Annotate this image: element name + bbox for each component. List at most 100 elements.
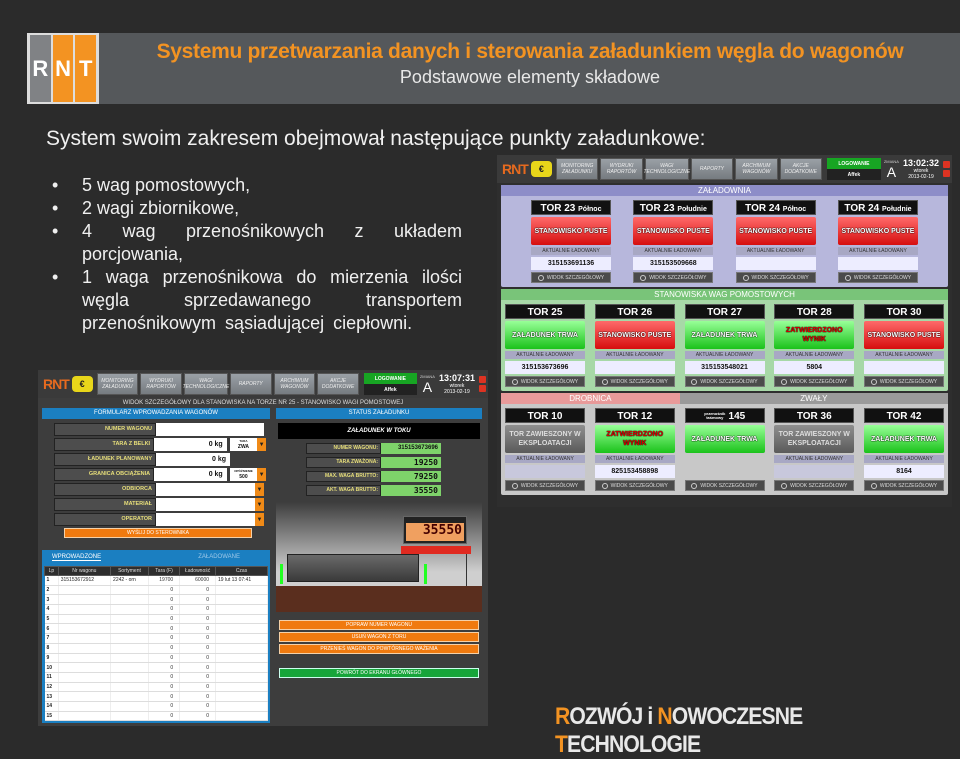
nav-button[interactable]: RAPORTY xyxy=(690,158,734,180)
field-input-material[interactable] xyxy=(156,498,255,511)
nav-button[interactable]: ARCHIWUM WAGONÓW xyxy=(735,158,778,180)
station-card: TOR 23 Południe STANOWISKO PUSTE AKTUALNIE… xyxy=(631,198,715,285)
tab-wprowadzone[interactable]: WPROWADZONE xyxy=(52,554,102,561)
table-row[interactable]: 7 00 xyxy=(44,633,268,644)
column-header[interactable]: Nr wagonu xyxy=(57,566,112,576)
status-title: STATUS ZAŁADUNKU xyxy=(276,408,482,419)
nav-button[interactable]: WYDRUKI RAPORTÓW xyxy=(600,158,643,180)
footer-slogan: ROZWÓJ i NOWOCZESNE TECHNOLOGIE xyxy=(555,703,911,759)
table-cell: 19700 xyxy=(148,575,181,586)
table-row[interactable]: 4 00 xyxy=(44,604,268,615)
nav-button[interactable]: WYDRUKI RAPORTÓW xyxy=(140,373,182,395)
detail-view-button[interactable]: WIDOK SZCZEGÓŁOWY xyxy=(505,376,585,387)
chevron-down-icon[interactable]: ▼ xyxy=(255,513,264,526)
table-cell: 315153672912 xyxy=(58,575,112,586)
nav-button[interactable]: WAGI TECHNOLOGICZNE xyxy=(183,373,229,395)
table-row[interactable]: 3 00 xyxy=(44,594,268,606)
select-tara[interactable]: TARA ZWA xyxy=(229,438,258,451)
station-status: TOR ZAWIESZONY W EKSPLOATACJI xyxy=(505,425,585,453)
detail-view-button[interactable]: WIDOK SZCZEGÓŁOWY xyxy=(864,480,944,491)
table-cell: 0 xyxy=(179,662,217,673)
table-row[interactable]: 6 00 xyxy=(44,623,268,635)
table-cell: 0 xyxy=(148,604,181,615)
table-row[interactable]: 5 00 xyxy=(44,614,268,625)
table-cell: 0 xyxy=(179,585,217,596)
nav-button[interactable]: AKCJE DODATKOWE xyxy=(317,373,359,395)
detail-label: WIDOK SZCZEGÓŁOWY xyxy=(853,274,912,281)
table-row[interactable]: 9 00 xyxy=(44,653,268,664)
nav-button[interactable]: ARCHIWUM WAGONÓW xyxy=(273,373,316,395)
clock: 13:07:31 wtorek 2013-02-19 xyxy=(439,373,475,395)
select-granica[interactable]: OPÓŹNIENIE 500 xyxy=(229,468,258,481)
detail-view-button[interactable]: WIDOK SZCZEGÓŁOWY xyxy=(505,480,585,491)
chevron-down-icon[interactable]: ▼ xyxy=(255,498,264,511)
status-row: NUMER WAGONU: 315153673696 xyxy=(306,443,482,454)
detail-label: WIDOK SZCZEGÓŁOWY xyxy=(520,378,579,385)
window-controls xyxy=(478,376,486,392)
close-icon[interactable] xyxy=(478,376,486,383)
field-input-ladunek[interactable]: 0 kg xyxy=(156,453,230,466)
column-header[interactable]: Ładowność xyxy=(179,566,217,576)
minimize-icon[interactable] xyxy=(478,385,486,392)
field-input-tara[interactable]: 0 kg xyxy=(154,438,227,451)
action-button[interactable]: USUŃ WAGON Z TORU xyxy=(279,632,479,642)
form-title: FORMULARZ WPROWADZANIA WAGONÓW xyxy=(42,408,270,419)
action-button[interactable]: PRZENIEŚ WAGON DO POWTÓRNEGO WAŻENIA xyxy=(279,644,479,654)
detail-view-button[interactable]: WIDOK SZCZEGÓŁOWY xyxy=(864,376,944,387)
table-row[interactable]: 15 0 0 xyxy=(44,711,268,722)
field-input-odbiorca[interactable] xyxy=(156,483,255,496)
field-input-granica[interactable]: 0 kg xyxy=(154,468,227,481)
detail-view-button[interactable]: WIDOK SZCZEGÓŁOWY xyxy=(684,480,765,491)
action-button[interactable]: POPRAW NUMER WAGONU xyxy=(279,620,479,630)
table-row[interactable]: 1 315153672912 2242 - orn 19700 60000 19 lut … xyxy=(44,575,268,586)
detail-view-button[interactable]: WIDOK SZCZEGÓŁOWY xyxy=(735,272,816,283)
table-cell xyxy=(58,701,112,712)
chevron-down-icon[interactable]: ▼ xyxy=(255,483,264,496)
field-input-operator[interactable] xyxy=(156,513,255,526)
column-header[interactable]: Tara (F) xyxy=(147,566,181,576)
wagon-icon xyxy=(287,554,419,582)
chevron-down-icon[interactable]: ▼ xyxy=(257,468,266,481)
detail-view-button[interactable]: WIDOK SZCZEGÓŁOWY xyxy=(594,480,675,491)
login-box[interactable]: LOGOWANIE Affek xyxy=(363,373,417,395)
detail-view-button[interactable]: WIDOK SZCZEGÓŁOWY xyxy=(633,272,714,283)
login-box[interactable]: LOGOWANIE Affek xyxy=(826,158,881,180)
close-icon[interactable] xyxy=(943,161,951,168)
detail-view-button[interactable]: WIDOK SZCZEGÓŁOWY xyxy=(774,480,855,491)
minimize-icon[interactable] xyxy=(943,170,951,177)
nav-logo: RNT xyxy=(502,161,529,177)
table-row[interactable]: 10 0 0 xyxy=(44,662,268,673)
detail-view-button[interactable]: WIDOK SZCZEGÓŁOWY xyxy=(837,272,918,283)
nav-button[interactable]: WAGI TECHNOLOGICZNE xyxy=(643,158,690,180)
nav-button[interactable]: MONITORING ZAŁADUNKU xyxy=(555,158,599,180)
detail-view-button[interactable]: WIDOK SZCZEGÓŁOWY xyxy=(684,376,765,387)
column-header[interactable]: Sortyment xyxy=(110,566,149,576)
nav-button[interactable]: MONITORING ZAŁADUNKU xyxy=(96,373,139,395)
field-input-numer_wagonu[interactable] xyxy=(156,423,264,436)
station-card: TOR 10 TOR ZAWIESZONY W EKSPLOATACJI AKTU… xyxy=(503,406,587,493)
nav-button[interactable]: RAPORTY xyxy=(229,373,272,395)
table-row[interactable]: 13 0 0 xyxy=(44,691,268,702)
table-cell: 2242 - orn xyxy=(110,575,149,586)
column-header[interactable]: Lp xyxy=(44,566,59,576)
chevron-down-icon[interactable]: ▼ xyxy=(257,438,266,451)
station-status: ZAŁADUNEK TRWA xyxy=(505,321,585,349)
station-title: TOR 12 xyxy=(594,408,675,423)
nav-button[interactable]: AKCJE DODATKOWE xyxy=(779,158,822,180)
detail-view-button[interactable]: WIDOK SZCZEGÓŁOWY xyxy=(774,376,855,387)
table-row[interactable]: 2 00 xyxy=(44,585,268,596)
table-cell: 13 xyxy=(44,691,59,702)
table-row[interactable]: 11 0 0 xyxy=(44,672,268,683)
detail-view-button[interactable]: WIDOK SZCZEGÓŁOWY xyxy=(531,272,611,283)
tab-zaladowane[interactable]: ZAŁADOWANE xyxy=(198,554,240,560)
table-row[interactable]: 12 0 0 xyxy=(44,682,268,693)
back-to-main-button[interactable]: POWRÓT DO EKRANU GŁÓWNEGO xyxy=(279,668,479,678)
magnifier-icon xyxy=(601,378,608,385)
table-row[interactable]: 14 0 0 xyxy=(44,701,268,712)
detail-label: WIDOK SZCZEGÓŁOWY xyxy=(546,274,605,281)
bullet-item: 1 waga przenośnikowa do mierzenia ilości… xyxy=(52,266,462,335)
column-header[interactable]: Czas xyxy=(215,566,268,576)
table-row[interactable]: 8 00 xyxy=(44,643,268,654)
detail-view-button[interactable]: WIDOK SZCZEGÓŁOWY xyxy=(594,376,675,387)
send-to-plc-button[interactable]: WYŚLIJ DO STEROWNIKA xyxy=(64,528,252,538)
